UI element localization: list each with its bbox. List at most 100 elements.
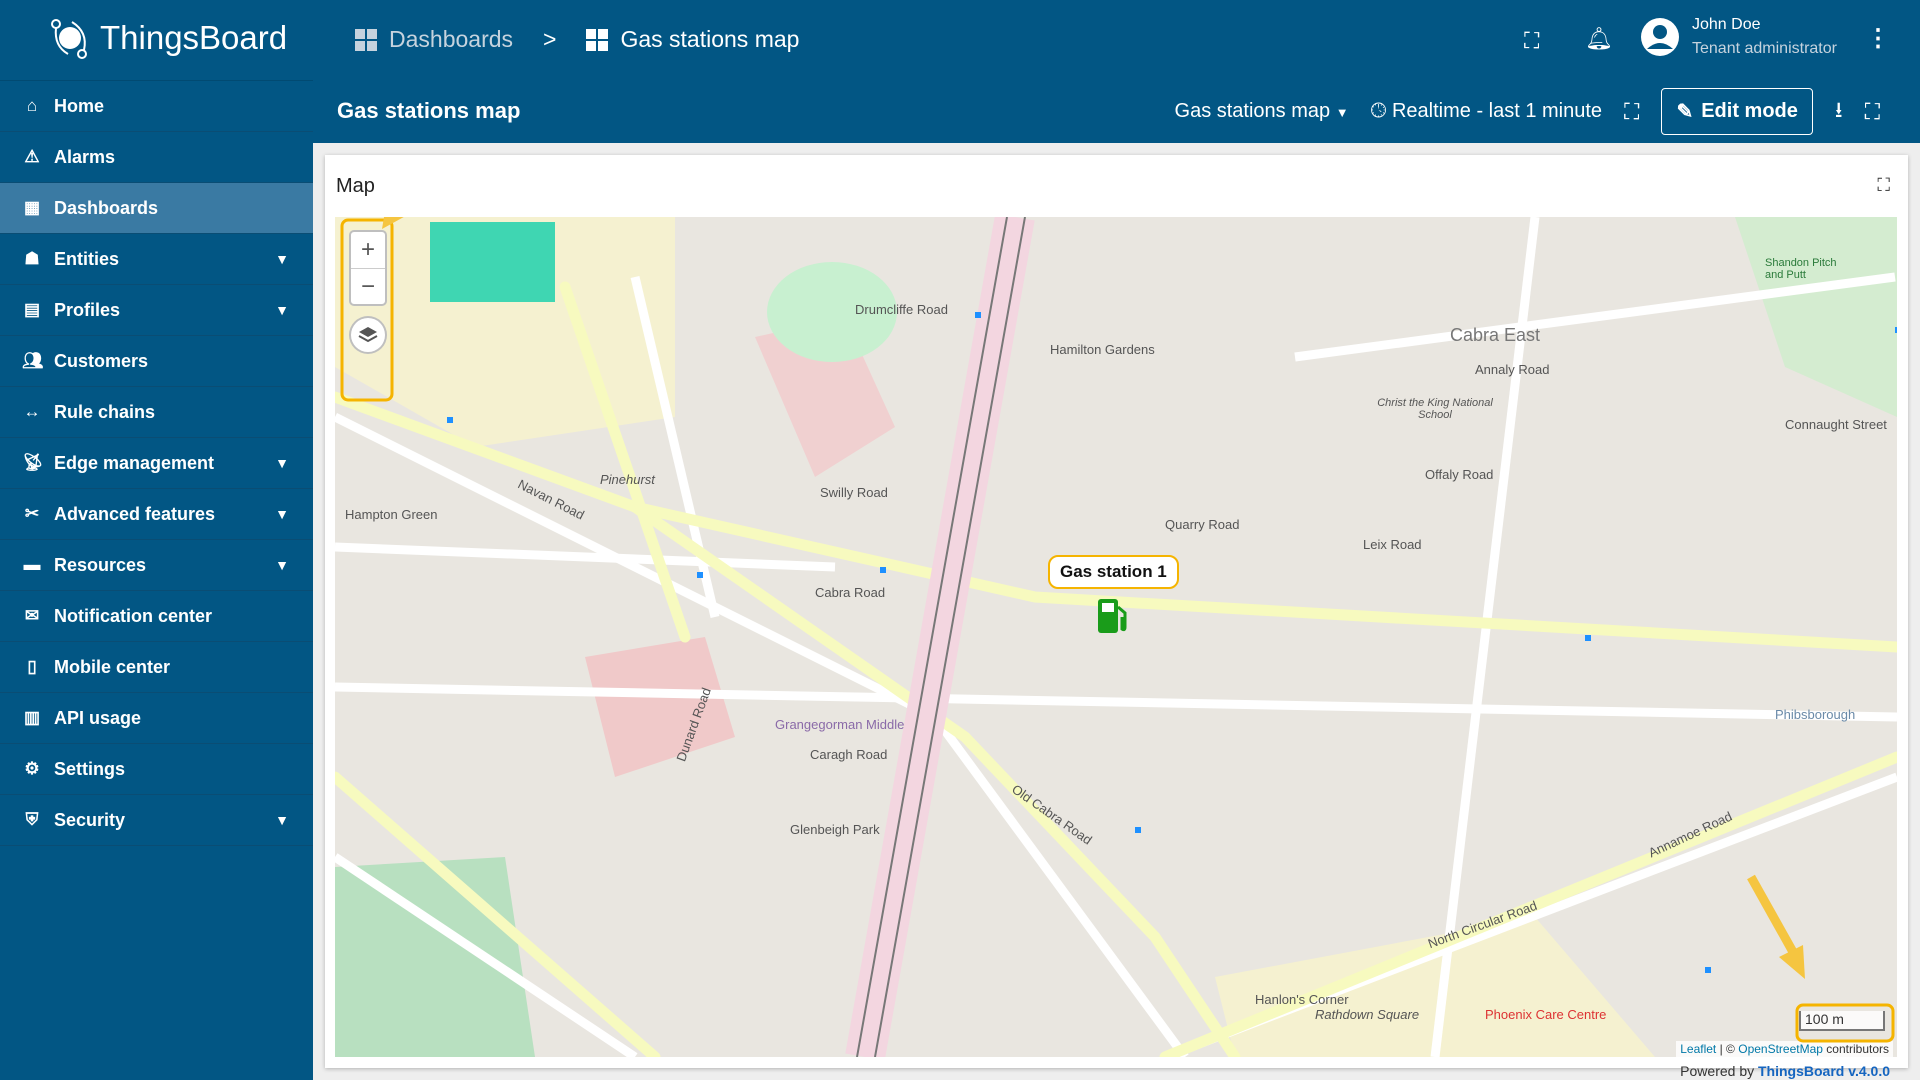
sidebar-item-label: Mobile center <box>54 656 171 677</box>
sidebar-item-entities[interactable]: ☗ Entities ▼ <box>0 234 313 285</box>
mobile-icon: ▯ <box>27 657 37 676</box>
gas-pump-icon[interactable] <box>1095 597 1131 635</box>
map-label: Leix Road <box>1363 537 1422 552</box>
sidebar-item-api-usage[interactable]: ▥ API usage <box>0 693 313 744</box>
home-icon: ⌂ <box>26 96 38 115</box>
sidebar-item-rule-chains[interactable]: ↔ Rule chains <box>0 387 313 438</box>
sidebar-item-label: Security <box>54 809 126 830</box>
leaflet-link[interactable]: Leaflet <box>1680 1042 1716 1056</box>
map-label: Cabra Road <box>815 585 886 600</box>
chevron-down-icon[interactable]: ▼ <box>275 302 289 318</box>
breadcrumb-current: Gas stations map <box>620 26 800 52</box>
edit-mode-label: Edit mode <box>1701 100 1798 122</box>
map-scale: 100 m <box>1799 1011 1885 1031</box>
attribution-suffix: contributors <box>1826 1042 1889 1056</box>
fullscreen-icon[interactable]: ⛶ <box>1865 99 1880 125</box>
map-attribution: Leaflet | © OpenStreetMap contributors <box>1676 1041 1893 1057</box>
caret-down-icon: ▼ <box>1335 105 1349 120</box>
map-label: Hamilton Gardens <box>1050 342 1155 357</box>
map-widget: Map ⛶ Cabra Road Navan Road Drumcliffe R… <box>325 155 1908 1079</box>
bell-icon[interactable]: 🔔︎ <box>1585 26 1613 52</box>
zoom-in-button[interactable]: + <box>351 232 385 268</box>
more-vert-icon[interactable]: ⋮ <box>1866 24 1890 53</box>
sidebar-item-profiles[interactable]: ▤ Profiles ▼ <box>0 285 313 336</box>
sidebar-item-settings[interactable]: ⚙ Settings <box>0 744 313 795</box>
sidebar-item-resources[interactable]: ▬ Resources ▼ <box>0 540 313 591</box>
sidebar-item-customers[interactable]: 👥︎ Customers <box>0 336 313 387</box>
sidebar-item-label: Dashboards <box>54 197 159 218</box>
chevron-down-icon[interactable]: ▼ <box>275 506 289 522</box>
sidebar-item-label: Edge management <box>54 452 215 473</box>
sidebar-item-label: Alarms <box>54 146 116 167</box>
avatar <box>1641 18 1679 56</box>
rule-chain-icon: ↔ <box>23 402 41 421</box>
chevron-down-icon[interactable]: ▼ <box>275 251 289 267</box>
zoom-control: + − <box>349 230 387 306</box>
map-label: Connaught Street <box>1785 417 1887 432</box>
sidebar-item-security[interactable]: ⛨ Security ▼ <box>0 795 313 846</box>
widget-fullscreen-icon[interactable]: ⛶ <box>1877 175 1890 196</box>
state-select[interactable]: Gas stations map ▼ <box>1175 100 1349 123</box>
map-canvas[interactable]: Cabra Road Navan Road Drumcliffe Road Sw… <box>335 217 1897 1057</box>
map-label: Rathdown Square <box>1315 1007 1420 1022</box>
sidebar-item-alarms[interactable]: ⚠ Alarms <box>0 132 313 183</box>
sidebar-item-label: Home <box>54 95 105 116</box>
warning-icon: ⚠ <box>24 147 40 166</box>
zoom-out-button[interactable]: − <box>351 268 385 304</box>
map-label: Christ the King National School <box>1377 397 1493 421</box>
state-select-value: Gas stations map <box>1174 100 1331 122</box>
timewindow-button[interactable]: 🕓︎ Realtime - last 1 minute <box>1371 100 1602 123</box>
map-label: Phibsborough <box>1775 707 1856 722</box>
pencil-icon: ✎ <box>1676 101 1694 123</box>
folder-icon: ▬ <box>23 555 41 574</box>
notification-icon: ✉ <box>24 606 40 625</box>
tools-icon: ✂ <box>24 504 40 523</box>
user-menu[interactable]: John Doe Tenant administrator <box>1640 16 1837 58</box>
export-image-icon[interactable]: ⛶ <box>1624 99 1639 125</box>
powered-by-brand[interactable]: ThingsBoard v.4.0.0 <box>1758 1063 1890 1079</box>
app-logo[interactable]: ThingsBoard <box>48 16 287 60</box>
user-role: Tenant administrator <box>1692 40 1837 57</box>
sidebar-item-label: Profiles <box>54 299 121 320</box>
sidebar-item-label: Settings <box>54 758 126 779</box>
sidebar-item-notification-center[interactable]: ✉ Notification center <box>0 591 313 642</box>
breadcrumb-dashboards[interactable]: Dashboards <box>389 26 513 53</box>
entities-icon: ☗ <box>24 249 40 268</box>
dashboard-icon: ▦ <box>23 198 41 217</box>
chevron-down-icon[interactable]: ▼ <box>275 455 289 471</box>
download-icon[interactable]: ⭳ <box>1835 93 1843 131</box>
app-name: ThingsBoard <box>100 19 288 56</box>
powered-by-text: Powered by <box>1680 1063 1755 1079</box>
fullscreen-icon[interactable]: ⛶ <box>1524 28 1539 54</box>
dashboard-icon <box>355 28 377 51</box>
dashboard-toolbar: Gas stations map ▼ 🕓︎ Realtime - last 1 … <box>1175 88 1880 135</box>
map-label: Grangegorman Middle <box>775 717 905 732</box>
edge-icon: 📡︎ <box>22 453 44 472</box>
chevron-down-icon[interactable]: ▼ <box>275 812 289 828</box>
sidebar-item-edge-management[interactable]: 📡︎ Edge management ▼ <box>0 438 313 489</box>
osm-link[interactable]: OpenStreetMap <box>1738 1042 1823 1056</box>
map-label: Phoenix Care Centre <box>1485 1007 1607 1022</box>
breadcrumb-separator: > <box>543 26 557 52</box>
dashboard-icon <box>586 28 609 51</box>
sidebar-item-dashboards[interactable]: ▦ Dashboards <box>0 183 313 234</box>
gear-icon: ⚙ <box>24 759 40 778</box>
layers-button[interactable] <box>349 316 387 354</box>
timewindow-label: Realtime - last 1 minute <box>1391 100 1603 122</box>
sidebar-item-label: Customers <box>54 350 149 371</box>
sidebar-item-home[interactable]: ⌂ Home <box>0 81 313 132</box>
map-label: Pinehurst <box>600 472 655 487</box>
sidebar-item-advanced-features[interactable]: ✂ Advanced features ▼ <box>0 489 313 540</box>
map-label: Quarry Road <box>1165 517 1240 532</box>
map-label: Shandon Pitch and Putt <box>1765 257 1837 281</box>
map-label: Offaly Road <box>1425 467 1494 482</box>
sidebar-item-label: Advanced features <box>54 503 216 524</box>
customers-icon: 👥︎ <box>22 351 44 370</box>
chevron-down-icon[interactable]: ▼ <box>275 557 289 573</box>
sidebar-item-mobile-center[interactable]: ▯ Mobile center <box>0 642 313 693</box>
dashboard-title: Gas stations map <box>337 98 521 123</box>
breadcrumb: Dashboards > Gas stations map <box>355 26 799 53</box>
edit-mode-button[interactable]: ✎ Edit mode <box>1661 88 1813 135</box>
thingsboard-logo-icon <box>51 19 87 59</box>
map-label: Annaly Road <box>1475 362 1550 377</box>
